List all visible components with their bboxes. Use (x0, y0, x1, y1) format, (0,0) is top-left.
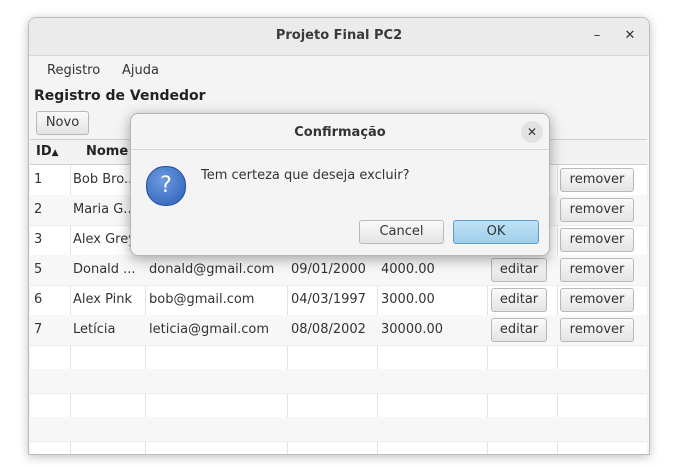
window-title: Projeto Final PC2 (275, 28, 403, 43)
cell-nome: Letícia (73, 322, 116, 337)
cell-salary: 4000.00 (381, 262, 435, 277)
cell-salary: 3000.00 (381, 292, 435, 307)
dialog-divider (131, 149, 549, 150)
menu-ajuda[interactable]: Ajuda (122, 63, 159, 78)
edit-button[interactable]: editar (491, 318, 547, 342)
page-title: Registro de Vendedor (34, 88, 206, 104)
remove-button[interactable]: remover (560, 198, 634, 222)
cell-email: donald@gmail.com (149, 262, 275, 277)
cancel-button[interactable]: Cancel (359, 220, 444, 244)
cell-id: 2 (34, 202, 43, 217)
menu-bar: Registro Ajuda (29, 56, 649, 83)
cell-date: 04/03/1997 (291, 292, 366, 307)
empty-row (30, 441, 647, 454)
cell-date: 08/08/2002 (291, 322, 366, 337)
ok-button[interactable]: OK (453, 220, 539, 244)
remove-button[interactable]: remover (560, 288, 634, 312)
minimize-icon[interactable]: – (587, 26, 607, 46)
remove-button[interactable]: remover (560, 258, 634, 282)
menu-registro[interactable]: Registro (47, 63, 100, 78)
confirmation-dialog: Confirmação ✕ ? Tem certeza que deseja e… (130, 113, 550, 256)
empty-row (30, 369, 647, 394)
table-row[interactable]: 6 Alex Pink bob@gmail.com 04/03/1997 300… (30, 285, 647, 316)
cell-id: 5 (34, 262, 43, 277)
new-button[interactable]: Novo (36, 111, 89, 135)
table-row[interactable]: 7 Letícia leticia@gmail.com 08/08/2002 3… (30, 315, 647, 346)
cell-email: leticia@gmail.com (149, 322, 270, 337)
cell-date: 09/01/2000 (291, 262, 366, 277)
cell-id: 1 (34, 172, 43, 187)
cell-nome: Alex Pink (73, 292, 133, 307)
sort-ascending-icon: ▲ (51, 148, 59, 158)
empty-row (30, 345, 647, 370)
column-header-nome[interactable]: Nome (86, 144, 128, 159)
edit-button[interactable]: editar (491, 288, 547, 312)
close-window-icon[interactable]: ✕ (620, 26, 640, 46)
cell-nome: Donald ... (73, 262, 136, 277)
cell-id: 6 (34, 292, 43, 307)
remove-button[interactable]: remover (560, 228, 634, 252)
cell-email: bob@gmail.com (149, 292, 255, 307)
cell-id: 7 (34, 322, 43, 337)
title-bar: Projeto Final PC2 – ✕ (29, 18, 649, 56)
dialog-message: Tem certeza que deseja excluir? (201, 168, 410, 183)
table-row[interactable]: 5 Donald ... donald@gmail.com 09/01/2000… (30, 255, 647, 286)
dialog-close-icon[interactable]: ✕ (521, 121, 543, 143)
dialog-title: Confirmação (294, 125, 386, 140)
empty-row (30, 417, 647, 442)
edit-button[interactable]: editar (491, 258, 547, 282)
column-header-id[interactable]: ID▲ (36, 144, 59, 159)
empty-row (30, 393, 647, 418)
cell-salary: 30000.00 (381, 322, 444, 337)
question-icon: ? (146, 166, 186, 206)
remove-button[interactable]: remover (560, 318, 634, 342)
column-label-id: ID (36, 144, 52, 159)
remove-button[interactable]: remover (560, 168, 634, 192)
cell-id: 3 (34, 232, 43, 247)
